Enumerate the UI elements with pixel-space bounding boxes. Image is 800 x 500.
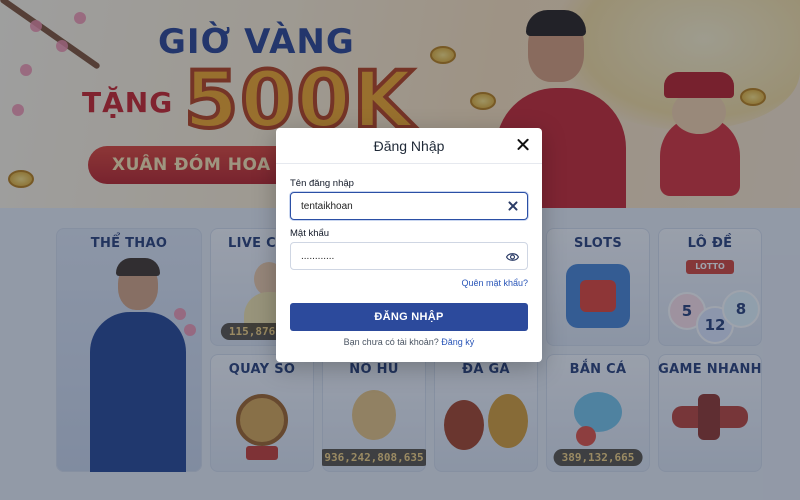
login-modal: Đăng Nhập Tên đăng nhập Mật khẩu Quên mậ…	[276, 128, 542, 362]
password-input[interactable]	[291, 243, 527, 269]
login-submit-button[interactable]: ĐĂNG NHẬP	[290, 303, 528, 331]
username-label: Tên đăng nhập	[290, 178, 354, 189]
password-label: Mật khẩu	[290, 228, 330, 239]
no-account-text: Bạn chưa có tài khoản?	[343, 337, 439, 347]
register-row: Bạn chưa có tài khoản? Đăng ký	[276, 337, 542, 347]
username-input[interactable]	[291, 193, 527, 219]
modal-header: Đăng Nhập	[276, 128, 542, 164]
eye-icon[interactable]	[506, 251, 519, 263]
clear-icon[interactable]	[507, 200, 519, 212]
password-field-wrapper	[290, 242, 528, 270]
forgot-password-link[interactable]: Quên mật khẩu?	[461, 278, 528, 288]
close-icon[interactable]	[514, 136, 532, 154]
register-link[interactable]: Đăng ký	[441, 337, 474, 347]
username-field-wrapper	[290, 192, 528, 220]
modal-title: Đăng Nhập	[373, 138, 445, 154]
